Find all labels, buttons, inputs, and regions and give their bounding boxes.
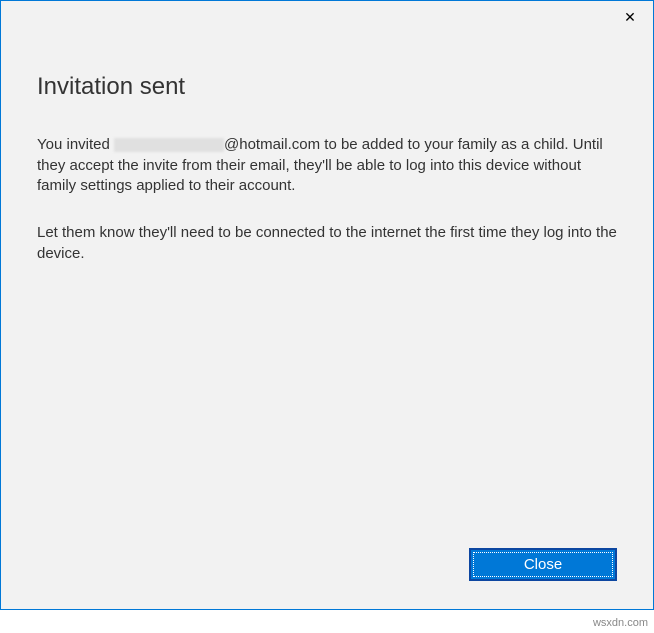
watermark-text: wsxdn.com: [593, 617, 648, 629]
window-close-button[interactable]: ✕: [607, 1, 653, 33]
dialog-heading: Invitation sent: [37, 73, 617, 101]
p1-email-suffix: @hotmail.com: [224, 136, 320, 153]
redacted-email-local: [114, 138, 224, 152]
invitation-sent-dialog: ✕ Invitation sent You invited @hotmail.c…: [0, 0, 654, 610]
invite-paragraph-2: Let them know they'll need to be connect…: [37, 223, 617, 264]
dialog-footer: Close: [469, 548, 617, 581]
dialog-content: Invitation sent You invited @hotmail.com…: [1, 1, 653, 326]
close-button[interactable]: Close: [469, 548, 617, 581]
p1-prefix: You invited: [37, 136, 114, 153]
invite-paragraph-1: You invited @hotmail.com to be added to …: [37, 135, 617, 197]
close-icon: ✕: [624, 9, 636, 26]
